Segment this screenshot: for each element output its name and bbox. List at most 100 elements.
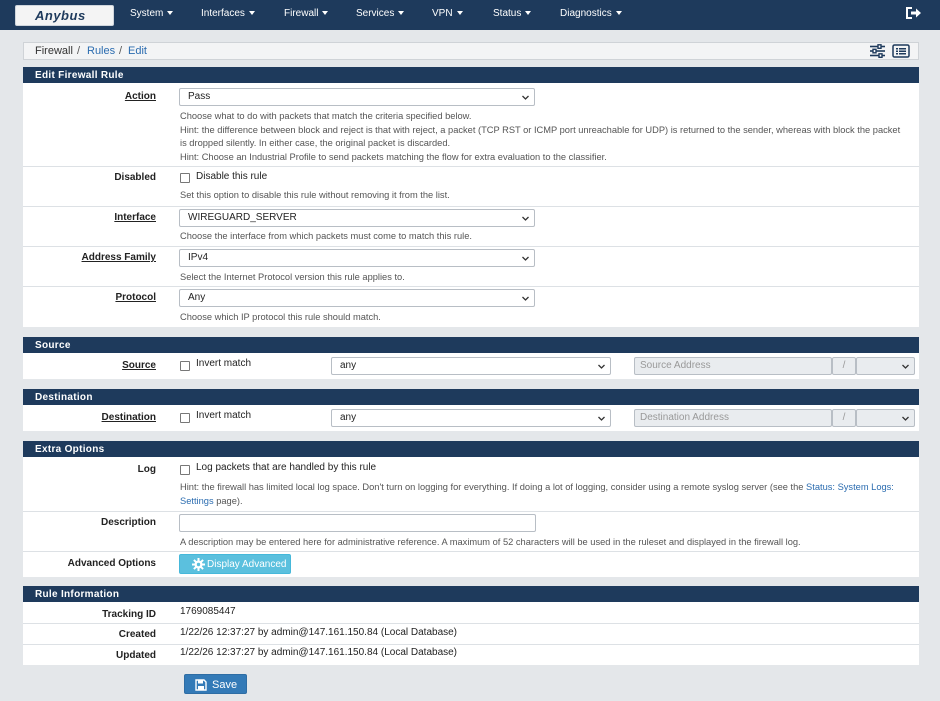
destination-slash: / — [832, 409, 856, 427]
source-panel: Source Source Invert match any Source Ad… — [23, 337, 919, 379]
status-system-logs-link[interactable]: Status: System Logs: — [806, 482, 894, 492]
nav-label: System — [130, 8, 164, 19]
row-divider — [23, 551, 919, 552]
panel-heading: Extra Options — [23, 441, 919, 457]
hint-line: Choose what to do with packets that matc… — [180, 111, 472, 121]
edit-rule-panel: Edit Firewall Rule Action Pass Choose wh… — [23, 67, 919, 327]
nav-label: Interfaces — [201, 8, 245, 19]
tracking-id-value: 1769085447 — [180, 606, 236, 617]
nav-firewall[interactable]: Firewall — [284, 8, 329, 19]
top-navbar: Anybus System Interfaces Firewall Servic… — [0, 0, 940, 30]
disable-rule-checkbox[interactable] — [180, 173, 190, 183]
hint-line: is dropped silently. In either case, the… — [180, 138, 451, 148]
address-family-select[interactable]: IPv4 — [179, 249, 535, 267]
source-label: Source — [122, 360, 156, 371]
brand-logo[interactable]: Anybus — [15, 5, 114, 26]
interface-hint: Choose the interface from which packets … — [180, 231, 472, 241]
source-mask-select[interactable] — [856, 357, 915, 375]
sliders-icon[interactable] — [869, 44, 886, 58]
breadcrumb: Firewall / Rules / Edit — [23, 42, 919, 60]
select-value: any — [340, 412, 357, 423]
button-label: Save — [212, 679, 238, 691]
chevron-down-icon — [522, 95, 529, 100]
interface-label: Interface — [114, 212, 156, 223]
source-invert-checkbox[interactable] — [180, 361, 190, 371]
nav-label: Diagnostics — [560, 8, 612, 19]
slash-text: / — [842, 360, 846, 371]
select-value: IPv4 — [188, 252, 209, 263]
address-family-label: Address Family — [81, 252, 156, 263]
display-advanced-button[interactable]: Display Advanced — [179, 554, 291, 574]
nav-status[interactable]: Status — [493, 8, 532, 19]
hint-line: Hint: the difference between block and r… — [180, 124, 901, 135]
interface-select[interactable]: WIREGUARD_SERVER — [179, 209, 535, 227]
panel-heading: Destination — [23, 389, 919, 405]
advanced-options-label: Advanced Options — [67, 558, 156, 569]
action-hint: Choose what to do with packets that matc… — [180, 110, 915, 164]
description-input[interactable] — [179, 514, 536, 532]
disabled-label: Disabled — [114, 172, 156, 183]
nav-diagnostics[interactable]: Diagnostics — [560, 8, 622, 19]
settings-link[interactable]: Settings — [180, 496, 214, 506]
button-label: Display Advanced — [207, 559, 287, 570]
nav-system[interactable]: System — [130, 8, 174, 19]
chevron-down-icon — [902, 416, 909, 421]
source-address-input[interactable]: Source Address — [634, 357, 832, 375]
nav-services[interactable]: Services — [356, 8, 405, 19]
hint-text: Hint: the firewall has limited local log… — [180, 482, 804, 492]
destination-mask-select[interactable] — [856, 409, 915, 427]
extra-options-panel: Extra Options Log Log packets that are h… — [23, 441, 919, 577]
chevron-down-icon — [902, 364, 909, 369]
action-label: Action — [124, 91, 156, 102]
log-label: Log — [137, 464, 156, 475]
panel-heading: Edit Firewall Rule — [23, 67, 919, 83]
source-slash: / — [832, 357, 856, 375]
chevron-down-icon — [522, 216, 529, 221]
list-alt-icon[interactable] — [892, 44, 910, 58]
nav-vpn[interactable]: VPN — [432, 8, 463, 19]
save-icon — [195, 679, 207, 691]
crumb-separator: / — [77, 45, 81, 57]
row-divider — [23, 623, 919, 624]
row-divider — [23, 644, 919, 645]
source-type-select[interactable]: any — [331, 357, 611, 375]
slash-text: / — [842, 412, 846, 423]
placeholder-text: Source Address — [640, 360, 711, 371]
caret-down-icon — [398, 11, 405, 16]
chevron-down-icon — [598, 416, 605, 421]
caret-down-icon — [248, 11, 255, 16]
description-label: Description — [100, 517, 156, 528]
caret-down-icon — [322, 11, 329, 16]
nav-label: Firewall — [284, 8, 319, 19]
hint-line: Hint: Choose an Industrial Profile to se… — [180, 151, 607, 162]
log-checkbox[interactable] — [180, 465, 190, 475]
crumb-firewall: Firewall — [35, 45, 73, 57]
select-value: any — [340, 360, 357, 371]
caret-down-icon — [525, 11, 532, 16]
select-value: WIREGUARD_SERVER — [188, 212, 297, 223]
crumb-edit-link[interactable]: Edit — [128, 45, 147, 57]
disable-rule-text: Disable this rule — [196, 171, 268, 182]
crumb-separator: / — [119, 45, 123, 57]
destination-invert-checkbox[interactable] — [180, 413, 190, 423]
destination-panel: Destination Destination Invert match any… — [23, 389, 919, 431]
sign-out-icon[interactable] — [904, 5, 922, 21]
save-button[interactable]: Save — [184, 674, 247, 694]
created-label: Created — [118, 629, 156, 640]
destination-type-select[interactable]: any — [331, 409, 611, 427]
crumb-rules-link[interactable]: Rules — [87, 45, 115, 57]
nav-interfaces[interactable]: Interfaces — [201, 8, 255, 19]
panel-heading: Source — [23, 337, 919, 353]
description-hint: A description may be entered here for ad… — [180, 537, 801, 547]
protocol-select[interactable]: Any — [179, 289, 535, 307]
destination-invert-text: Invert match — [196, 410, 252, 421]
chevron-down-icon — [522, 256, 529, 261]
caret-down-icon — [456, 11, 463, 16]
nav-label: VPN — [432, 8, 453, 19]
updated-value: 1/22/26 12:37:27 by admin@147.161.150.84… — [180, 647, 458, 658]
action-select[interactable]: Pass — [179, 88, 535, 106]
rule-information-panel: Rule Information Tracking ID 1769085447 … — [23, 586, 919, 665]
protocol-label: Protocol — [115, 292, 156, 303]
destination-address-input[interactable]: Destination Address — [634, 409, 832, 427]
row-divider — [23, 246, 919, 247]
